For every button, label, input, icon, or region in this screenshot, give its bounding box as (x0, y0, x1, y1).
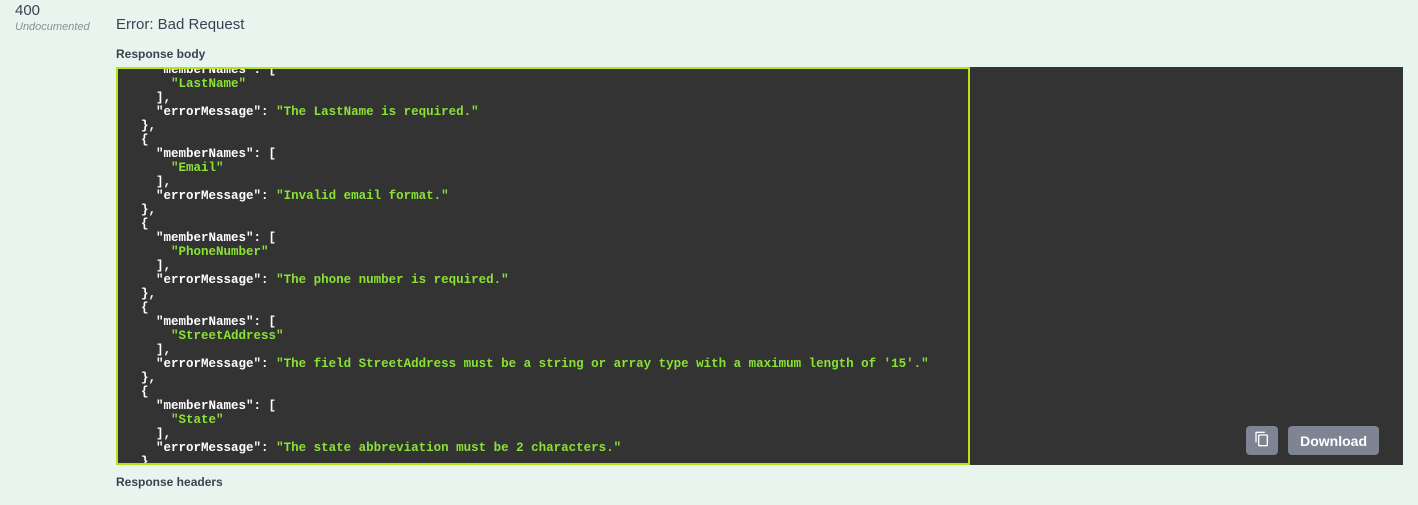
status-code: 400 (15, 2, 101, 19)
copy-button[interactable] (1246, 426, 1278, 455)
response-headers-label: Response headers (116, 475, 1403, 489)
response-body-panel: "memberNames": [ "LastName" ], "errorMes… (116, 67, 1403, 465)
code-scroll-area[interactable]: "memberNames": [ "LastName" ], "errorMes… (116, 67, 1403, 465)
clipboard-icon (1254, 431, 1270, 450)
response-body-label: Response body (116, 47, 1403, 61)
response-body-code: "memberNames": [ "LastName" ], "errorMes… (116, 67, 1403, 465)
status-subtext: Undocumented (15, 21, 101, 33)
error-title: Error: Bad Request (116, 16, 1403, 33)
download-button[interactable]: Download (1288, 426, 1379, 455)
